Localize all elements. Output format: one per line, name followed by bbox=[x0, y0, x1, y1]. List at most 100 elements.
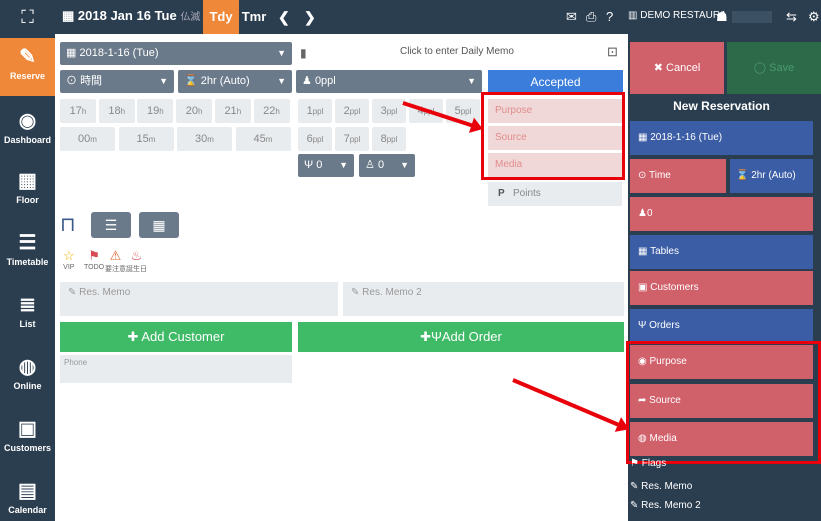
people-chip[interactable]: 1ppl bbox=[298, 99, 332, 123]
sidebar-item-reserve[interactable]: ✎ Reserve bbox=[0, 38, 55, 96]
panel-res-memo2[interactable]: ✎ Res. Memo 2 bbox=[630, 500, 701, 511]
add-order-label: Add Order bbox=[441, 329, 502, 344]
sidebar-item-calendar[interactable]: ▤ Calendar bbox=[0, 472, 55, 521]
sidebar-label: Calendar bbox=[8, 505, 47, 515]
hour-chip[interactable]: 20h bbox=[176, 99, 213, 123]
sidebar-item-customers[interactable]: ▣ Customers bbox=[0, 410, 55, 468]
daily-memo-link[interactable]: Click to enter Daily Memo bbox=[400, 46, 514, 57]
minute-chip[interactable]: 45m bbox=[235, 127, 291, 151]
date-select[interactable]: ▦ 2018-1-16 (Tue) ▼ bbox=[60, 42, 292, 65]
person-icon: ♟ bbox=[638, 208, 647, 219]
child-select[interactable]: ♙ 0 ▼ bbox=[359, 154, 415, 177]
save-button[interactable]: ◯ Save bbox=[727, 42, 821, 94]
panel-customers-label: Customers bbox=[650, 282, 699, 293]
duration-select[interactable]: ⌛ 2hr (Auto) ▼ bbox=[178, 70, 292, 93]
res-memo2-field[interactable]: ✎ Res. Memo 2 bbox=[343, 282, 624, 316]
prev-day-icon[interactable]: ❮ bbox=[278, 9, 290, 26]
plus-icon: ✚ bbox=[127, 329, 139, 344]
sidebar-item-timetable[interactable]: ☰ Timetable bbox=[0, 224, 55, 282]
people-chip[interactable]: 7ppl bbox=[335, 127, 369, 151]
people-chip[interactable]: 3ppl bbox=[372, 99, 406, 123]
people-chip[interactable]: 2ppl bbox=[335, 99, 369, 123]
calendar-icon: ▦ bbox=[638, 132, 648, 143]
panel-orders[interactable]: Ψ Orders bbox=[630, 309, 813, 343]
hour-chip[interactable]: 18h bbox=[98, 99, 135, 123]
smoking-select[interactable]: Ψ 0 ▼ bbox=[298, 154, 354, 177]
timetable-view-button[interactable]: ☰ bbox=[91, 212, 131, 238]
panel-res-memo-label: Res. Memo bbox=[641, 481, 693, 492]
help-icon[interactable]: ? bbox=[606, 9, 613, 24]
phone-field[interactable]: Phone bbox=[60, 355, 292, 383]
mail-icon[interactable]: ✉ bbox=[566, 9, 577, 25]
globe-icon: ◍ bbox=[18, 356, 37, 378]
hour-chip[interactable]: 17h bbox=[60, 99, 96, 123]
floor-view-button[interactable]: ▦ bbox=[139, 212, 179, 238]
panel-flags[interactable]: ⚑ Flags bbox=[630, 458, 666, 469]
save-icon: ◯ bbox=[753, 62, 767, 74]
memo-book-icon: ▮ bbox=[300, 46, 307, 60]
panel-customers[interactable]: ▣ Customers bbox=[630, 271, 813, 305]
people-chip[interactable]: 6ppl bbox=[298, 127, 332, 151]
panel-people[interactable]: ♟0 bbox=[630, 197, 813, 231]
add-order-button[interactable]: ✚ΨAdd Order bbox=[298, 322, 624, 352]
people-select[interactable]: ♟ 0ppl ▼ bbox=[296, 70, 482, 93]
smoking-value: 0 bbox=[316, 159, 323, 171]
user-icon[interactable]: ☗ bbox=[716, 9, 728, 25]
today-button[interactable]: Tdy bbox=[203, 0, 239, 34]
flag-icon: ⚠ bbox=[109, 248, 122, 263]
minute-chip[interactable]: 00m bbox=[60, 127, 115, 151]
restaurant-name[interactable]: ▥ DEMO RESTAURA bbox=[628, 10, 727, 21]
header-date-text: 2018 Jan 16 bbox=[77, 8, 151, 23]
tomorrow-button[interactable]: Tmr bbox=[239, 0, 269, 34]
sidebar-item-floor[interactable]: ▦ Floor bbox=[0, 162, 55, 220]
res-memo-field[interactable]: ✎ Res. Memo bbox=[60, 282, 338, 316]
add-customer-button[interactable]: ✚ Add Customer bbox=[60, 322, 292, 352]
cancel-button[interactable]: ✖ Cancel bbox=[630, 42, 724, 94]
panel-tables[interactable]: ▦ Tables bbox=[630, 235, 813, 269]
print-icon[interactable]: ⎙ bbox=[586, 9, 596, 25]
chevron-down-icon: ▼ bbox=[467, 76, 476, 86]
minute-chip[interactable]: 30m bbox=[177, 127, 232, 151]
people-chip[interactable]: 8ppl bbox=[372, 127, 406, 151]
translate-icon[interactable]: ⇆ bbox=[786, 9, 797, 25]
panel-time-label: Time bbox=[649, 170, 671, 181]
sidebar-item-online[interactable]: ◍ Online bbox=[0, 348, 55, 406]
flag-item[interactable]: ⚑ TODO bbox=[84, 248, 104, 271]
fullscreen-icon[interactable]: ⛶ bbox=[0, 0, 55, 34]
flag-item[interactable]: ☆ VIP bbox=[63, 248, 75, 271]
list-icon: ≣ bbox=[19, 294, 36, 316]
cutlery-icon: ✚Ψ bbox=[420, 329, 442, 344]
minute-chip[interactable]: 15m bbox=[118, 127, 174, 151]
settings-icon[interactable]: ⚙ bbox=[808, 9, 820, 25]
time-select[interactable]: ⊙ 時間 ▼ bbox=[60, 70, 174, 93]
flag-item[interactable]: ⚠ 要注意 bbox=[105, 248, 126, 274]
restaurant-label: DEMO RESTAURA bbox=[640, 10, 727, 21]
panel-date[interactable]: ▦ 2018-1-16 (Tue) bbox=[630, 121, 813, 155]
flag-label: TODO bbox=[84, 264, 105, 271]
tables-icon: ▦ bbox=[638, 246, 648, 257]
flag-icon: ♨ bbox=[130, 248, 143, 263]
reserve-icon: ✎ bbox=[19, 46, 36, 68]
panel-res-memo[interactable]: ✎ Res. Memo bbox=[630, 481, 692, 492]
hour-chip[interactable]: 22h bbox=[253, 99, 290, 123]
flag-item[interactable]: ♨ 誕生日 bbox=[126, 248, 147, 274]
dashboard-icon: ◉ bbox=[18, 110, 37, 132]
child-icon: ♙ bbox=[365, 159, 375, 171]
panel-date-label: 2018-1-16 (Tue) bbox=[650, 132, 723, 143]
status-button[interactable]: Accepted bbox=[488, 70, 623, 94]
memo-edit-icon[interactable]: ⊡ bbox=[607, 44, 618, 60]
sidebar-item-dashboard[interactable]: ◉ Dashboard bbox=[0, 102, 55, 160]
panel-flags-label: Flags bbox=[641, 458, 667, 469]
header-weekday: Tue bbox=[154, 8, 177, 23]
hour-chip[interactable]: 21h bbox=[214, 99, 251, 123]
header-date[interactable]: ▦ 2018 Jan 16 Tue 仏滅 bbox=[62, 8, 200, 24]
sidebar-label: List bbox=[19, 319, 36, 329]
points-field[interactable]: P Points bbox=[488, 182, 622, 206]
hour-chip[interactable]: 19h bbox=[137, 99, 174, 123]
sidebar-item-list[interactable]: ≣ List bbox=[0, 286, 55, 344]
next-day-icon[interactable]: ❯ bbox=[304, 9, 316, 26]
people-value: 0ppl bbox=[314, 75, 336, 87]
panel-duration-label: 2hr (Auto) bbox=[751, 170, 796, 181]
panel-time[interactable]: ⊙ Time bbox=[630, 159, 726, 193]
panel-duration[interactable]: ⌛ 2hr (Auto) bbox=[730, 159, 813, 193]
